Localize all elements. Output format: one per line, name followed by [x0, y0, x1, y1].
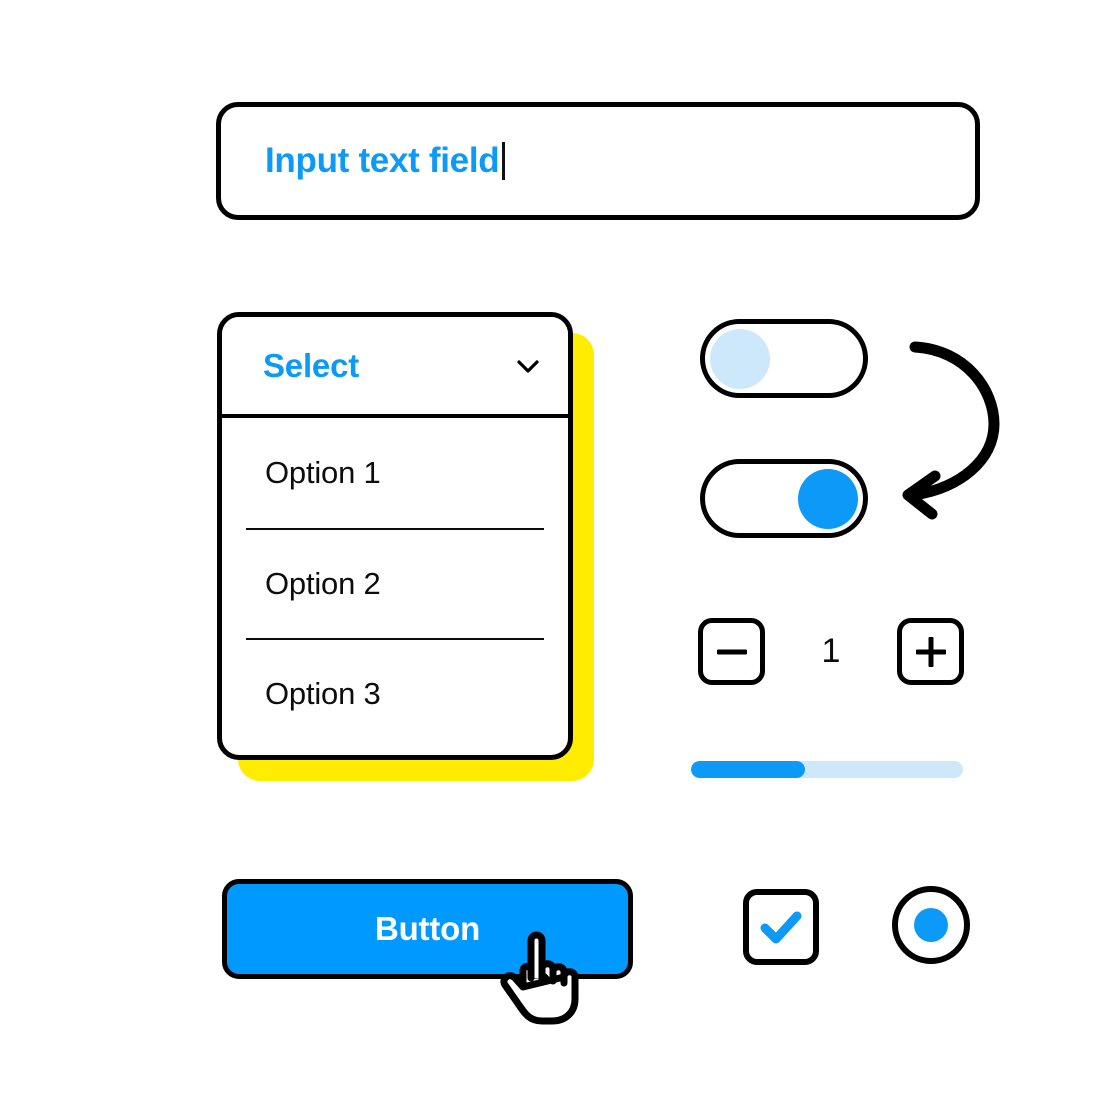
progress-bar-fill [691, 761, 806, 778]
text-input-field[interactable]: Input text field [216, 102, 980, 220]
select-header[interactable]: Select [222, 317, 568, 418]
checkbox-checked[interactable] [743, 889, 819, 965]
check-icon [760, 911, 802, 944]
chevron-down-icon [517, 359, 539, 373]
toggle-switch-off[interactable] [700, 319, 868, 398]
primary-button[interactable]: Button [222, 879, 633, 979]
select-option-1[interactable]: Option 1 [246, 418, 544, 528]
progress-bar-track[interactable] [691, 761, 963, 778]
radio-button-selected[interactable] [892, 886, 970, 964]
toggle-knob-off [710, 328, 770, 389]
primary-button-label: Button [374, 910, 481, 947]
select-option-2[interactable]: Option 2 [246, 528, 544, 638]
select-option-list: Option 1 Option 2 Option 3 [222, 418, 568, 748]
select-label: Select [263, 346, 360, 384]
curved-arrow-down-icon [902, 341, 1000, 520]
radio-dot-icon [914, 908, 948, 942]
select-option-3[interactable]: Option 3 [246, 638, 544, 748]
plus-icon-vertical [928, 636, 933, 667]
quantity-stepper: 1 [698, 618, 964, 688]
text-input-inner: Input text field [265, 107, 506, 215]
text-input-value: Input text field [265, 141, 500, 180]
toggle-switch-on[interactable] [700, 459, 868, 538]
ui-kit-canvas: Input text field Select Option 1 Option … [0, 0, 1104, 1104]
text-cursor-caret [502, 142, 506, 180]
toggle-knob-on [798, 468, 858, 529]
select-dropdown[interactable]: Select Option 1 Option 2 Option 3 [217, 312, 573, 760]
stepper-increment-button[interactable] [897, 618, 964, 685]
